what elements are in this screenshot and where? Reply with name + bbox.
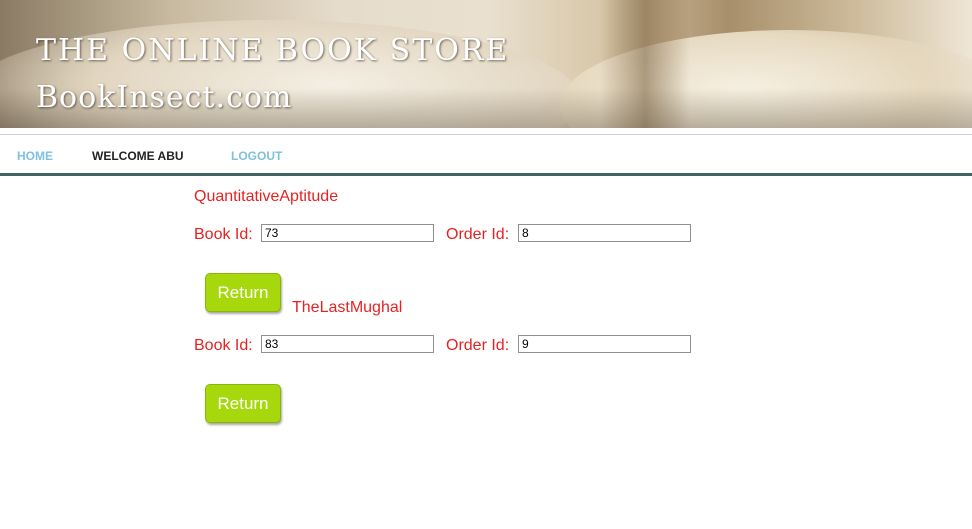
nav-logout-link[interactable]: LOGOUT (231, 149, 282, 163)
return-button[interactable]: Return (205, 273, 281, 312)
store-title: THE ONLINE BOOK STORE (36, 33, 510, 68)
book-id-field[interactable] (261, 335, 434, 353)
order-id-label: Order Id: (446, 337, 510, 354)
top-nav: HOME WELCOME ABU LOGOUT (0, 137, 972, 173)
header-banner: THE ONLINE BOOK STORE BookInsect.com (0, 0, 972, 128)
order-id-field[interactable] (518, 335, 691, 353)
book-id-field[interactable] (261, 224, 434, 242)
return-button[interactable]: Return (205, 384, 281, 423)
store-site-name: BookInsect.com (36, 80, 293, 115)
book-id-label: Book Id: (194, 226, 253, 243)
book-title: QuantitativeAptitude (194, 188, 339, 205)
order-id-label: Order Id: (446, 226, 510, 243)
nav-bottom-bar (0, 173, 972, 176)
book-title: TheLastMughal (292, 299, 403, 316)
book-id-label: Book Id: (194, 337, 253, 354)
order-id-field[interactable] (518, 224, 691, 242)
welcome-text: WELCOME ABU (92, 149, 184, 163)
header-divider (0, 134, 972, 135)
nav-home-link[interactable]: HOME (17, 149, 53, 163)
